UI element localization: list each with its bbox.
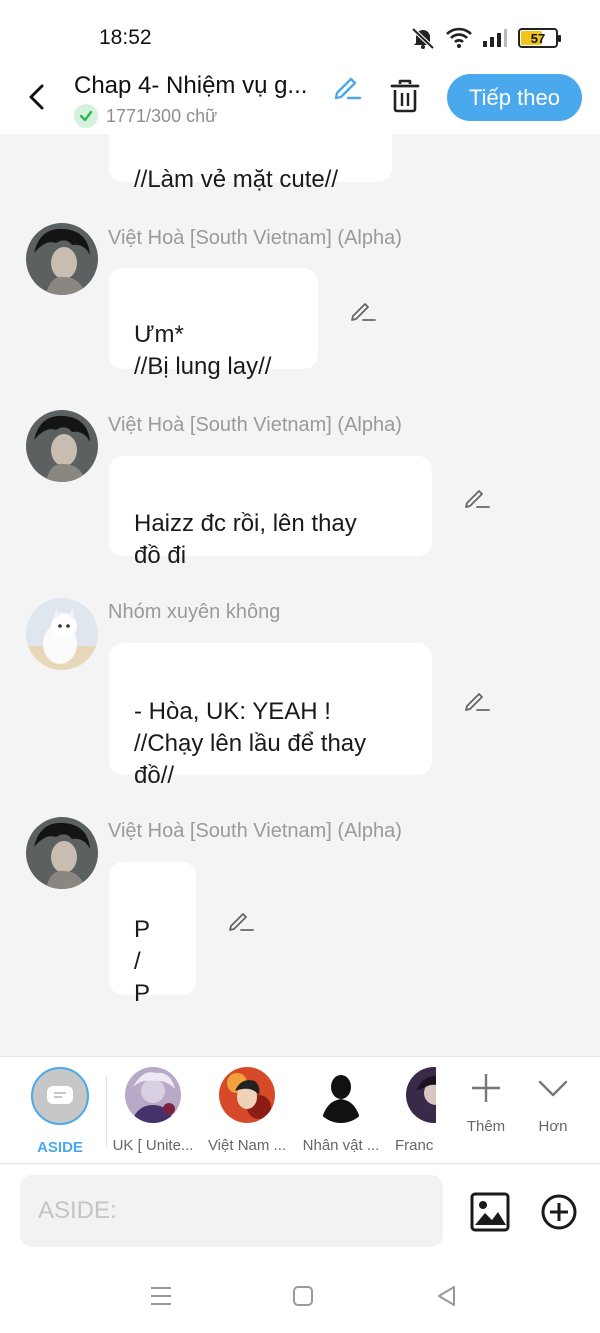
edit-pencil-icon[interactable] bbox=[350, 296, 376, 322]
message-text: Ưm* //Bị lung lay// bbox=[134, 321, 272, 380]
character-label: Franc bbox=[395, 1137, 434, 1154]
character-selector: ASIDE UK [ Unite... Việt Nam ... Nhân vậ… bbox=[0, 1056, 600, 1164]
message-text: P / P bbox=[134, 916, 151, 1007]
signal-icon bbox=[483, 29, 507, 47]
character-label: ASIDE bbox=[37, 1139, 83, 1156]
character-label: Việt Nam ... bbox=[207, 1137, 287, 1154]
message-bubble[interactable]: P / P bbox=[109, 862, 196, 1007]
add-label: Thêm bbox=[466, 1118, 506, 1135]
character-avatar bbox=[219, 1067, 275, 1123]
more-label: Hơn bbox=[538, 1118, 568, 1135]
add-character-button[interactable]: Thêm bbox=[451, 1071, 521, 1135]
character-avatar bbox=[313, 1067, 369, 1123]
sender-name: Việt Hoà [South Vietnam] (Alpha) bbox=[108, 414, 402, 436]
character-item[interactable]: Franc bbox=[390, 1067, 436, 1154]
speech-bubble-icon bbox=[47, 1086, 73, 1104]
message-text: Haizz đc rồi, lên thay đồ đi bbox=[134, 510, 357, 569]
chapter-title[interactable]: Chap 4- Nhiệm vụ g... bbox=[74, 72, 307, 100]
character-item[interactable]: UK [ Unite... bbox=[108, 1067, 198, 1154]
add-circle-icon[interactable] bbox=[540, 1193, 578, 1231]
sender-name: Việt Hoà [South Vietnam] (Alpha) bbox=[108, 820, 402, 842]
avatar[interactable] bbox=[26, 223, 98, 295]
message-bubble[interactable]: - Hòa, UK: YEAH ! //Chạy lên lầu để thay… bbox=[109, 643, 432, 789]
input-bar bbox=[0, 1165, 600, 1257]
status-bar: 18:52 57 bbox=[0, 0, 600, 70]
back-triangle-icon[interactable] bbox=[434, 1283, 460, 1309]
bell-muted-icon bbox=[411, 27, 435, 50]
battery-percent: 57 bbox=[530, 30, 546, 46]
message-bubble[interactable]: //Làm vẻ mặt cute// bbox=[109, 134, 392, 193]
character-label: UK [ Unite... bbox=[112, 1137, 194, 1154]
message-input[interactable] bbox=[20, 1175, 443, 1247]
chevron-down-icon bbox=[538, 1080, 568, 1097]
message-bubble[interactable]: Haizz đc rồi, lên thay đồ đi bbox=[109, 456, 432, 569]
edit-pencil-icon[interactable] bbox=[464, 483, 490, 509]
avatar[interactable] bbox=[26, 598, 98, 670]
avatar[interactable] bbox=[26, 817, 98, 889]
check-icon bbox=[74, 104, 98, 128]
message-text: //Làm vẻ mặt cute// bbox=[134, 166, 339, 193]
character-label: Nhân vật ... bbox=[302, 1137, 380, 1154]
menu-icon[interactable] bbox=[148, 1283, 174, 1309]
sender-name: Nhóm xuyên không bbox=[108, 601, 281, 623]
character-aside[interactable]: ASIDE bbox=[15, 1067, 105, 1156]
divider bbox=[106, 1075, 107, 1147]
edit-pencil-icon[interactable] bbox=[464, 686, 490, 712]
word-count: 1771/300 chữ bbox=[106, 105, 218, 126]
more-button[interactable]: Hơn bbox=[518, 1071, 588, 1135]
character-item[interactable]: Việt Nam ... bbox=[202, 1067, 292, 1154]
back-arrow-icon[interactable] bbox=[22, 80, 52, 114]
aside-avatar bbox=[31, 1067, 89, 1125]
home-icon[interactable] bbox=[290, 1283, 316, 1309]
sender-name: Việt Hoà [South Vietnam] (Alpha) bbox=[108, 227, 402, 249]
avatar[interactable] bbox=[26, 410, 98, 482]
trash-icon[interactable] bbox=[388, 78, 422, 114]
image-icon[interactable] bbox=[470, 1192, 510, 1232]
wifi-icon bbox=[446, 27, 472, 48]
plus-icon bbox=[472, 1074, 500, 1102]
character-item[interactable]: Nhân vật ... bbox=[296, 1067, 386, 1154]
character-avatar bbox=[125, 1067, 181, 1123]
edit-pencil-icon[interactable] bbox=[228, 906, 254, 932]
next-button[interactable]: Tiếp theo bbox=[447, 74, 582, 121]
word-count-row: 1771/300 chữ bbox=[74, 104, 217, 128]
message-text: - Hòa, UK: YEAH ! //Chạy lên lầu để thay… bbox=[134, 698, 367, 789]
editor-header: Chap 4- Nhiệm vụ g... 1771/300 chữ Tiếp … bbox=[0, 70, 600, 134]
status-time: 18:52 bbox=[99, 26, 152, 49]
character-avatar bbox=[406, 1067, 436, 1123]
battery-icon: 57 bbox=[518, 28, 561, 48]
system-nav-bar bbox=[0, 1257, 600, 1333]
edit-title-pencil-icon[interactable] bbox=[332, 71, 362, 101]
message-bubble[interactable]: Ưm* //Bị lung lay// bbox=[109, 268, 318, 380]
chat-area: //Làm vẻ mặt cute// Việt Hoà [South Viet… bbox=[0, 134, 600, 1056]
